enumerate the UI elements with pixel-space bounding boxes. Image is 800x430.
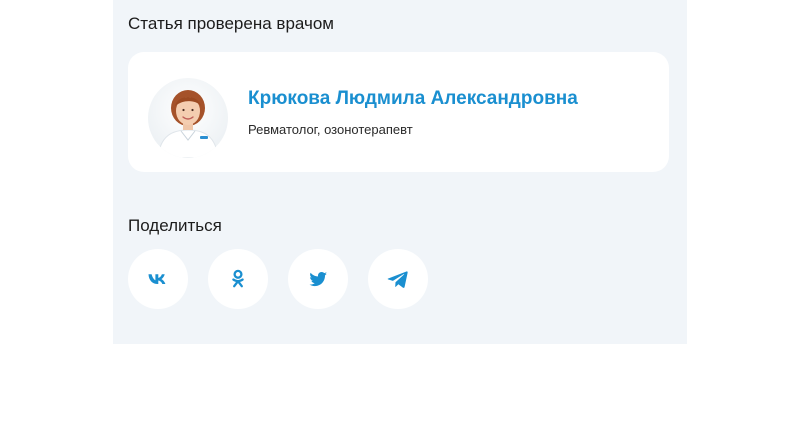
article-review-panel: Статья проверена врачом Крюкова Людмила … (113, 0, 687, 344)
telegram-icon (387, 271, 408, 288)
doctor-avatar[interactable] (148, 78, 228, 158)
twitter-icon (309, 272, 327, 287)
share-twitter-button[interactable] (288, 249, 348, 309)
share-buttons (128, 249, 428, 309)
doctor-card[interactable]: Крюкова Людмила Александровна Ревматолог… (128, 52, 669, 172)
reviewed-title: Статья проверена врачом (128, 14, 334, 33)
doctor-name-link[interactable]: Крюкова Людмила Александровна (248, 88, 578, 110)
share-odnoklassniki-button[interactable] (208, 249, 268, 309)
doctor-photo-icon (157, 90, 219, 158)
share-vk-button[interactable] (128, 249, 188, 309)
vk-icon (148, 274, 166, 284)
doctor-specialty: Ревматолог, озонотерапевт (248, 122, 413, 137)
odnoklassniki-icon (232, 269, 244, 288)
share-telegram-button[interactable] (368, 249, 428, 309)
share-title: Поделиться (128, 216, 222, 235)
